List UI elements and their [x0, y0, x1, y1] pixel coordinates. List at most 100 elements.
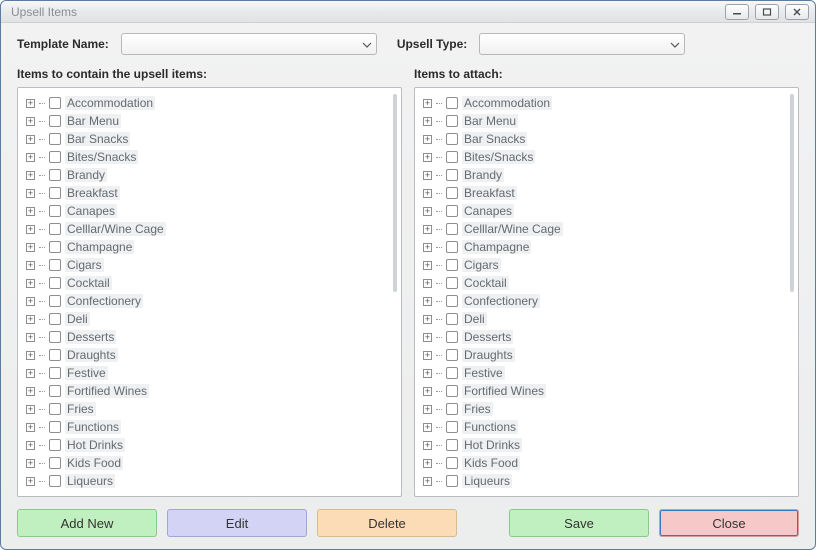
expand-icon[interactable]: +	[26, 351, 35, 360]
tree-node[interactable]: +Confectionery	[421, 292, 794, 310]
expand-icon[interactable]: +	[423, 153, 432, 162]
tree-node[interactable]: +Festive	[24, 364, 397, 382]
checkbox[interactable]	[446, 457, 458, 469]
tree-node[interactable]: +Champagne	[421, 238, 794, 256]
expand-icon[interactable]: +	[423, 441, 432, 450]
left-tree[interactable]: +Accommodation+Bar Menu+Bar Snacks+Bites…	[17, 87, 402, 497]
checkbox[interactable]	[446, 115, 458, 127]
expand-icon[interactable]: +	[423, 387, 432, 396]
edit-button[interactable]: Edit	[167, 509, 307, 537]
expand-icon[interactable]: +	[26, 315, 35, 324]
close-window-button[interactable]	[785, 4, 809, 20]
delete-button[interactable]: Delete	[317, 509, 457, 537]
scrollbar[interactable]	[790, 94, 794, 292]
tree-node[interactable]: +Bites/Snacks	[421, 148, 794, 166]
tree-node[interactable]: +Liqueurs	[24, 472, 397, 490]
expand-icon[interactable]: +	[26, 261, 35, 270]
tree-node[interactable]: +Draughts	[24, 346, 397, 364]
tree-node[interactable]: +Cocktail	[421, 274, 794, 292]
checkbox[interactable]	[446, 97, 458, 109]
checkbox[interactable]	[446, 421, 458, 433]
scrollbar[interactable]	[393, 94, 397, 292]
checkbox[interactable]	[49, 151, 61, 163]
expand-icon[interactable]: +	[423, 297, 432, 306]
tree-node[interactable]: +Deli	[24, 310, 397, 328]
tree-node[interactable]: +Kids Food	[421, 454, 794, 472]
tree-node[interactable]: +Canapes	[421, 202, 794, 220]
expand-icon[interactable]: +	[26, 171, 35, 180]
checkbox[interactable]	[49, 295, 61, 307]
template-name-combo[interactable]	[121, 33, 377, 55]
expand-icon[interactable]: +	[26, 441, 35, 450]
expand-icon[interactable]: +	[423, 279, 432, 288]
checkbox[interactable]	[446, 349, 458, 361]
expand-icon[interactable]: +	[423, 243, 432, 252]
tree-node[interactable]: +Desserts	[24, 328, 397, 346]
tree-node[interactable]: +Bites/Snacks	[24, 148, 397, 166]
expand-icon[interactable]: +	[26, 333, 35, 342]
tree-node[interactable]: +Fries	[24, 400, 397, 418]
tree-node[interactable]: +Fortified Wines	[421, 382, 794, 400]
expand-icon[interactable]: +	[26, 297, 35, 306]
checkbox[interactable]	[446, 439, 458, 451]
checkbox[interactable]	[49, 223, 61, 235]
tree-node[interactable]: +Bar Menu	[24, 112, 397, 130]
checkbox[interactable]	[49, 403, 61, 415]
checkbox[interactable]	[446, 403, 458, 415]
tree-node[interactable]: +Cigars	[421, 256, 794, 274]
add-new-button[interactable]: Add New	[17, 509, 157, 537]
expand-icon[interactable]: +	[423, 333, 432, 342]
expand-icon[interactable]: +	[26, 279, 35, 288]
tree-node[interactable]: +Draughts	[421, 346, 794, 364]
expand-icon[interactable]: +	[26, 405, 35, 414]
checkbox[interactable]	[446, 367, 458, 379]
checkbox[interactable]	[49, 115, 61, 127]
tree-node[interactable]: +Bar Menu	[421, 112, 794, 130]
tree-node[interactable]: +Fortified Wines	[24, 382, 397, 400]
checkbox[interactable]	[49, 259, 61, 271]
tree-node[interactable]: +Accommodation	[24, 94, 397, 112]
expand-icon[interactable]: +	[423, 405, 432, 414]
right-tree[interactable]: +Accommodation+Bar Menu+Bar Snacks+Bites…	[414, 87, 799, 497]
checkbox[interactable]	[49, 187, 61, 199]
expand-icon[interactable]: +	[423, 423, 432, 432]
checkbox[interactable]	[49, 385, 61, 397]
tree-node[interactable]: +Deli	[421, 310, 794, 328]
expand-icon[interactable]: +	[423, 99, 432, 108]
tree-node[interactable]: +Functions	[421, 418, 794, 436]
expand-icon[interactable]: +	[26, 459, 35, 468]
tree-node[interactable]: +Accommodation	[421, 94, 794, 112]
expand-icon[interactable]: +	[26, 243, 35, 252]
expand-icon[interactable]: +	[423, 459, 432, 468]
checkbox[interactable]	[49, 241, 61, 253]
expand-icon[interactable]: +	[423, 225, 432, 234]
checkbox[interactable]	[49, 421, 61, 433]
expand-icon[interactable]: +	[26, 117, 35, 126]
maximize-button[interactable]	[755, 4, 779, 20]
checkbox[interactable]	[49, 349, 61, 361]
tree-node[interactable]: +Brandy	[421, 166, 794, 184]
tree-node[interactable]: +Breakfast	[421, 184, 794, 202]
expand-icon[interactable]: +	[423, 207, 432, 216]
expand-icon[interactable]: +	[26, 225, 35, 234]
tree-node[interactable]: +Liqueurs	[421, 472, 794, 490]
tree-node[interactable]: +Festive	[421, 364, 794, 382]
checkbox[interactable]	[446, 385, 458, 397]
checkbox[interactable]	[446, 223, 458, 235]
checkbox[interactable]	[446, 277, 458, 289]
expand-icon[interactable]: +	[26, 207, 35, 216]
tree-node[interactable]: +Celllar/Wine Cage	[421, 220, 794, 238]
tree-node[interactable]: +Celllar/Wine Cage	[24, 220, 397, 238]
upsell-type-combo[interactable]	[479, 33, 685, 55]
expand-icon[interactable]: +	[423, 189, 432, 198]
tree-node[interactable]: +Cocktail	[24, 274, 397, 292]
checkbox[interactable]	[49, 169, 61, 181]
tree-node[interactable]: +Canapes	[24, 202, 397, 220]
tree-node[interactable]: +Hot Drinks	[24, 436, 397, 454]
expand-icon[interactable]: +	[26, 477, 35, 486]
checkbox[interactable]	[49, 313, 61, 325]
tree-node[interactable]: +Brandy	[24, 166, 397, 184]
minimize-button[interactable]	[725, 4, 749, 20]
tree-node[interactable]: +Functions	[24, 418, 397, 436]
expand-icon[interactable]: +	[26, 99, 35, 108]
